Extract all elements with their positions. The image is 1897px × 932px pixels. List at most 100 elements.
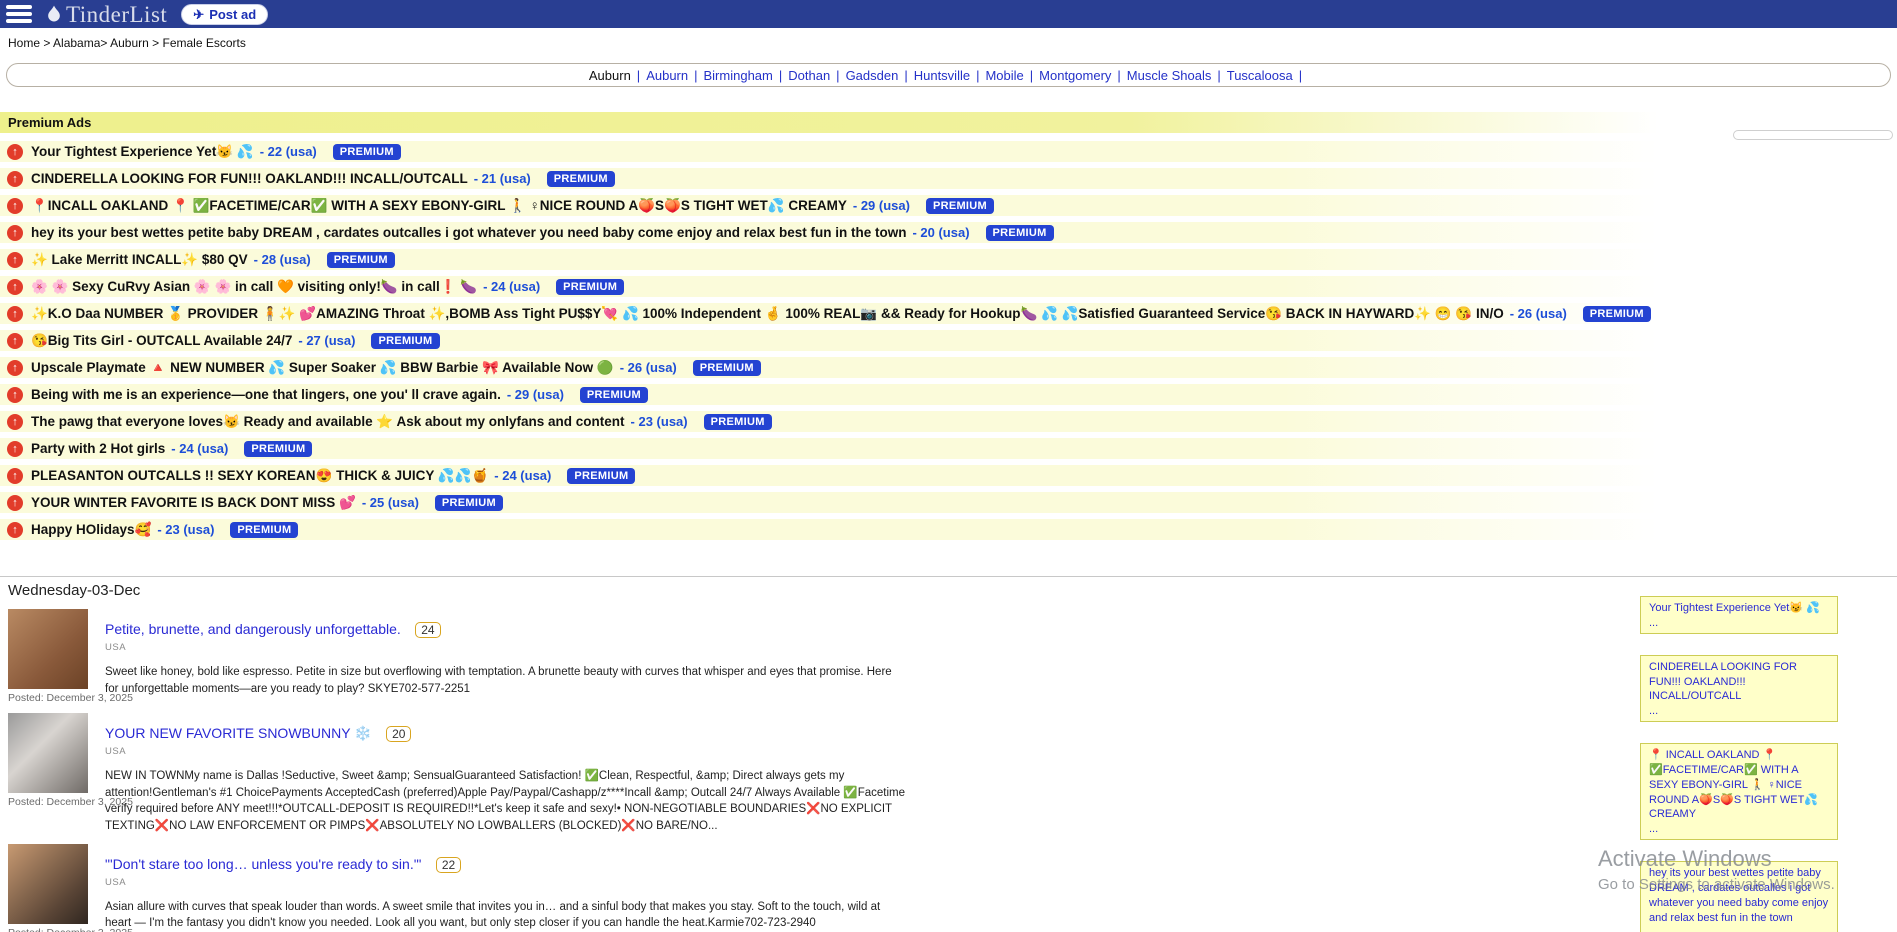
premium-ad-age-meta: - 23 (usa)	[157, 522, 214, 537]
premium-ad-title[interactable]: Upscale Playmate 🔺 NEW NUMBER 💦 Super So…	[31, 360, 614, 376]
city-link[interactable]: Gadsden	[846, 68, 899, 83]
post-ad-button[interactable]: ✈ Post ad	[181, 4, 268, 25]
city-item: Tuscaloosa |	[1227, 68, 1308, 83]
listing-photo[interactable]	[8, 609, 88, 689]
premium-ad-title[interactable]: 🌸 🌸 Sexy CuRvy Asian 🌸 🌸 in call 🧡 visit…	[31, 279, 477, 295]
premium-badge: PREMIUM	[567, 468, 635, 484]
sidebar-ad-box: Your Tightest Experience Yet😼 💦 ...	[1640, 596, 1838, 634]
sidebar-ad-box: hey its your best wettes petite baby DRE…	[1640, 861, 1838, 932]
breadcrumb-separator: >	[100, 36, 107, 50]
premium-ad-age-meta: - 29 (usa)	[507, 387, 564, 402]
breadcrumb-link[interactable]: Alabama	[53, 36, 100, 50]
city-link[interactable]: Tuscaloosa	[1227, 68, 1293, 83]
premium-ad-title[interactable]: ✨ Lake Merritt INCALL✨ $80 QV	[31, 252, 248, 268]
premium-ad-row: 😘Big Tits Girl - OUTCALL Available 24/7 …	[0, 330, 1884, 351]
city-item: Gadsden|	[846, 68, 914, 83]
city-separator: |	[779, 68, 782, 83]
premium-ad-title[interactable]: Happy HOlidays🥰	[31, 522, 151, 538]
city-link[interactable]: Auburn	[646, 68, 688, 83]
up-arrow-icon	[7, 252, 23, 268]
premium-ad-title[interactable]: PLEASANTON OUTCALLS !! SEXY KOREAN😍 THIC…	[31, 468, 488, 484]
up-arrow-icon	[7, 171, 23, 187]
premium-ad-title[interactable]: Party with 2 Hot girls	[31, 441, 165, 456]
listing-age-badge: 20	[386, 726, 411, 742]
mini-scrollbar[interactable]	[1733, 130, 1893, 140]
listings: Posted: December 3, 2025 Petite, brunett…	[0, 609, 1897, 932]
premium-badge: PREMIUM	[926, 198, 994, 214]
premium-ad-age-meta: - 26 (usa)	[620, 360, 677, 375]
sidebar-ad-link[interactable]: Your Tightest Experience Yet😼 💦	[1649, 602, 1820, 614]
breadcrumb-link[interactable]: Home	[8, 36, 40, 50]
listing-country: USA	[105, 642, 905, 653]
premium-ad-title[interactable]: ✨K.O Daa NUMBER 🥇 PROVIDER 🧍✨ 💕AMAZING T…	[31, 306, 1504, 322]
listing-title-link[interactable]: "'Don't stare too long… unless you're re…	[105, 856, 421, 872]
premium-badge: PREMIUM	[371, 333, 439, 349]
listing-item: Posted: December 3, 2025 "'Don't stare t…	[0, 844, 1897, 932]
premium-badge: PREMIUM	[333, 144, 401, 160]
premium-ad-title[interactable]: 📍INCALL OAKLAND 📍 ✅FACETIME/CAR✅ WITH A …	[31, 198, 847, 214]
city-link[interactable]: Auburn	[589, 68, 631, 83]
city-link[interactable]: Huntsville	[914, 68, 970, 83]
premium-ad-title[interactable]: Your Tightest Experience Yet😼 💦	[31, 144, 254, 160]
sidebar-ad-link[interactable]: CINDERELLA LOOKING FOR FUN!!! OAKLAND!!!…	[1649, 661, 1797, 703]
breadcrumb: Home > Alabama> Auburn > Female Escorts	[0, 28, 1897, 50]
premium-ad-title[interactable]: 😘Big Tits Girl - OUTCALL Available 24/7	[31, 333, 292, 349]
city-separator: |	[694, 68, 697, 83]
city-item: Mobile|	[985, 68, 1039, 83]
city-item: Dothan|	[788, 68, 845, 83]
premium-badge: PREMIUM	[1583, 306, 1651, 322]
premium-ad-row: 📍INCALL OAKLAND 📍 ✅FACETIME/CAR✅ WITH A …	[0, 195, 1884, 216]
city-link[interactable]: Dothan	[788, 68, 830, 83]
up-arrow-icon	[7, 333, 23, 349]
up-arrow-icon	[7, 306, 23, 322]
listing-title-link[interactable]: Petite, brunette, and dangerously unforg…	[105, 621, 401, 637]
premium-ad-title[interactable]: YOUR WINTER FAVORITE IS BACK DONT MISS 💕	[31, 495, 356, 511]
premium-ad-row: The pawg that everyone loves😼 Ready and …	[0, 411, 1884, 432]
premium-ad-title[interactable]: Being with me is an experience—one that …	[31, 387, 501, 402]
premium-ad-row: ✨K.O Daa NUMBER 🥇 PROVIDER 🧍✨ 💕AMAZING T…	[0, 303, 1884, 324]
up-arrow-icon	[7, 441, 23, 457]
brand-logo[interactable]: TinderList	[44, 3, 167, 26]
premium-ad-row: 🌸 🌸 Sexy CuRvy Asian 🌸 🌸 in call 🧡 visit…	[0, 276, 1884, 297]
city-links-bar: Auburn| Auburn| Birmingham| Dothan| Gads…	[6, 63, 1891, 87]
breadcrumb-link[interactable]: Auburn	[110, 36, 149, 50]
premium-ad-row: ✨ Lake Merritt INCALL✨ $80 QV - 28 (usa)…	[0, 249, 1884, 270]
breadcrumb-item: Auburn >	[110, 36, 159, 50]
premium-ad-title[interactable]: The pawg that everyone loves😼 Ready and …	[31, 414, 625, 430]
city-link[interactable]: Montgomery	[1039, 68, 1111, 83]
premium-ads-header: Premium Ads	[0, 112, 1884, 133]
flame-icon	[44, 4, 64, 24]
premium-badge: PREMIUM	[986, 225, 1054, 241]
premium-ad-age-meta: - 25 (usa)	[362, 495, 419, 510]
city-link[interactable]: Mobile	[985, 68, 1023, 83]
sidebar-ad-ellipsis: ...	[1649, 704, 1829, 719]
listing-title-link[interactable]: YOUR NEW FAVORITE SNOWBUNNY ❄️	[105, 725, 372, 741]
premium-ad-row: Upscale Playmate 🔺 NEW NUMBER 💦 Super So…	[0, 357, 1884, 378]
city-item: Auburn |	[589, 68, 646, 83]
premium-ad-age-meta: - 24 (usa)	[494, 468, 551, 483]
sidebar-ad-link[interactable]: 📍 INCALL OAKLAND 📍 ✅FACETIME/CAR✅ WITH A…	[1649, 749, 1818, 820]
breadcrumb-link[interactable]: Female Escorts	[162, 36, 245, 50]
listing-age-badge: 24	[415, 622, 440, 638]
hamburger-menu-icon[interactable]	[6, 5, 32, 23]
sidebar-ad-box: CINDERELLA LOOKING FOR FUN!!! OAKLAND!!!…	[1640, 655, 1838, 722]
city-link[interactable]: Muscle Shoals	[1127, 68, 1212, 83]
up-arrow-icon	[7, 495, 23, 511]
breadcrumb-item: Alabama>	[53, 36, 107, 50]
premium-ad-age-meta: - 24 (usa)	[171, 441, 228, 456]
listing-photo[interactable]	[8, 713, 88, 793]
city-link[interactable]: Birmingham	[704, 68, 773, 83]
premium-badge: PREMIUM	[435, 495, 503, 511]
premium-badge: PREMIUM	[556, 279, 624, 295]
up-arrow-icon	[7, 468, 23, 484]
premium-ad-title[interactable]: hey its your best wettes petite baby DRE…	[31, 225, 906, 240]
listing-photo[interactable]	[8, 844, 88, 924]
premium-ad-title[interactable]: CINDERELLA LOOKING FOR FUN!!! OAKLAND!!!…	[31, 171, 468, 186]
up-arrow-icon	[7, 387, 23, 403]
city-separator: |	[637, 68, 640, 83]
sidebar-ad-link[interactable]: hey its your best wettes petite baby DRE…	[1649, 867, 1828, 924]
listing-body: Petite, brunette, and dangerously unforg…	[105, 609, 905, 704]
city-separator: |	[1299, 68, 1302, 83]
premium-badge: PREMIUM	[704, 414, 772, 430]
premium-ad-age-meta: - 23 (usa)	[631, 414, 688, 429]
